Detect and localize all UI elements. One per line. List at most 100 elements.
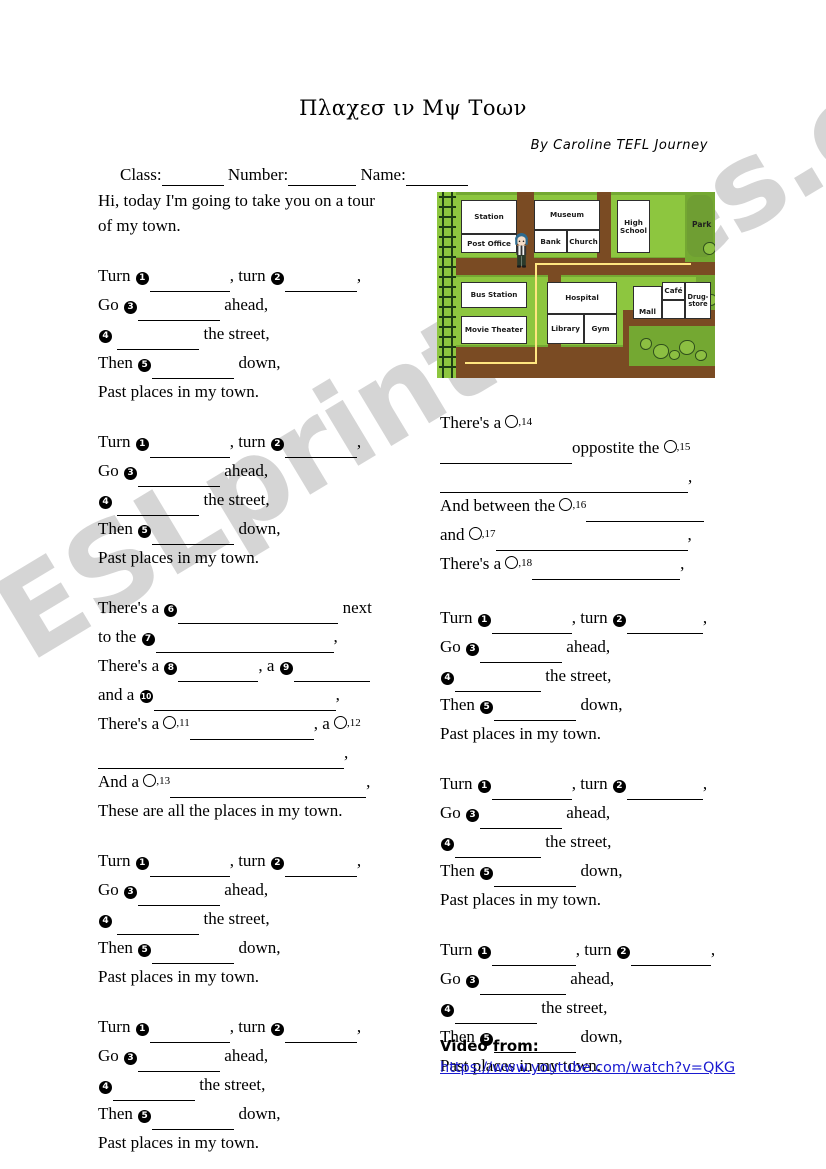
answer-blank-17[interactable]: [495, 525, 688, 551]
circle-icon: [143, 774, 157, 787]
verse-turn-b: , turn: [229, 851, 266, 870]
answer-blank-4[interactable]: [117, 490, 200, 516]
answer-blank-3[interactable]: [480, 803, 563, 829]
class-blank[interactable]: [161, 165, 224, 186]
blank-number-4: 4: [99, 915, 112, 928]
blank-number-5: 5: [138, 525, 152, 538]
answer-blank-5[interactable]: [152, 1104, 235, 1130]
video-link[interactable]: https://www.youtube.com/watch?v=QKG: [440, 1060, 735, 1076]
verse-line-past: Past places in my town.: [98, 1133, 260, 1152]
blank-number-18-sup: ,18: [518, 557, 533, 569]
answer-blank-5[interactable]: [152, 353, 235, 379]
right-column: There's a ,14 oppostite the ,15 , And be…: [440, 410, 776, 1078]
answer-blank-18[interactable]: [532, 554, 681, 580]
blank-number-3: 3: [466, 975, 480, 988]
answer-blank-6[interactable]: [178, 598, 339, 624]
answer-blank-3[interactable]: [480, 637, 563, 663]
verse-street: the street,: [203, 909, 270, 928]
verse-line-past: Past places in my town.: [98, 548, 260, 567]
number-blank[interactable]: [288, 165, 357, 186]
verse-go: Go: [440, 803, 461, 822]
answer-blank-2[interactable]: [626, 608, 703, 634]
building-church: Church: [567, 230, 600, 253]
comma: ,: [366, 772, 371, 791]
answer-blank-5[interactable]: [152, 938, 235, 964]
rail-tie: [439, 306, 456, 309]
comma: ,: [687, 525, 692, 544]
answer-blank-16[interactable]: [586, 496, 705, 522]
blank-number-5: 5: [138, 359, 152, 372]
answer-blank-1[interactable]: [491, 774, 572, 800]
verse-street: the street,: [203, 324, 270, 343]
answer-blank-1[interactable]: [149, 851, 230, 877]
answer-blank-5[interactable]: [494, 861, 577, 887]
circle-icon: [468, 527, 482, 540]
answer-blank-12-cont[interactable]: [98, 743, 344, 769]
places-line-1: There's a 6 next: [98, 595, 428, 624]
answer-blank-1[interactable]: [149, 432, 230, 458]
answer-blank-5[interactable]: [152, 519, 235, 545]
blank-number-1: 1: [135, 438, 149, 451]
answer-blank-4[interactable]: [113, 1075, 195, 1101]
blank-number-1: 1: [477, 780, 491, 793]
blank-number-4: 4: [99, 330, 112, 343]
answer-blank-3[interactable]: [138, 461, 221, 487]
answer-blank-1[interactable]: [149, 266, 230, 292]
answer-blank-2[interactable]: [284, 266, 357, 292]
answer-blank-9[interactable]: [293, 656, 370, 682]
answer-blank-13[interactable]: [170, 772, 367, 798]
rail-tie: [439, 276, 456, 279]
blank-number-2: 2: [616, 946, 630, 959]
comma: ,: [344, 743, 349, 762]
answer-blank-4[interactable]: [455, 998, 537, 1024]
blank-number-11-sup: ,11: [176, 717, 190, 729]
answer-blank-4[interactable]: [455, 832, 541, 858]
comma: ,: [335, 685, 340, 704]
blank-number-3: 3: [466, 809, 480, 822]
class-label: Class:: [120, 165, 162, 184]
answer-blank-2[interactable]: [630, 940, 711, 966]
answer-blank-11[interactable]: [189, 714, 314, 740]
verse-block: Turn 1 , turn 2 , Go 3 ahead, 4 the stre…: [98, 1014, 428, 1155]
answer-blank-4[interactable]: [117, 909, 200, 935]
answer-blank-3[interactable]: [138, 880, 221, 906]
answer-blank-1[interactable]: [491, 608, 572, 634]
answer-blank-4[interactable]: [455, 666, 541, 692]
building-bank: Bank: [534, 230, 567, 253]
verse-block: Turn 1 , turn 2 , Go 3 ahead, 4 the stre…: [98, 429, 428, 570]
blank-number-3: 3: [124, 886, 138, 899]
blank-number-13: ,13: [143, 769, 170, 794]
rail-tie: [439, 336, 456, 339]
answer-blank-5[interactable]: [494, 695, 577, 721]
verse-turn-a: Turn: [440, 940, 473, 959]
answer-blank-2[interactable]: [284, 432, 357, 458]
building-library: Library: [547, 314, 584, 344]
comma: ,: [688, 467, 693, 486]
blank-number-10: 10: [139, 690, 153, 703]
answer-blank-2[interactable]: [284, 851, 357, 877]
answer-blank-3[interactable]: [138, 295, 221, 321]
verse-block: Turn 1 , turn 2 , Go 3 ahead, 4 the stre…: [440, 771, 776, 912]
answer-blank-3[interactable]: [138, 1046, 221, 1072]
name-blank[interactable]: [405, 165, 468, 186]
route-path-vert: [535, 263, 538, 364]
answer-blank-15[interactable]: [440, 467, 688, 493]
answer-blank-2[interactable]: [284, 1017, 357, 1043]
answer-blank-14[interactable]: [440, 438, 572, 464]
verse-line-turn: Turn 1 , turn 2 ,: [440, 771, 776, 800]
rail-tie: [439, 246, 456, 249]
answer-blank-4[interactable]: [117, 324, 200, 350]
answer-blank-2[interactable]: [626, 774, 703, 800]
verse-ahead: ahead,: [224, 461, 269, 480]
answer-blank-10[interactable]: [153, 685, 336, 711]
verse-comma: ,: [356, 1017, 362, 1036]
comma: ,: [333, 627, 338, 646]
answer-blank-8[interactable]: [178, 656, 259, 682]
answer-blank-1[interactable]: [491, 940, 576, 966]
circle-icon: [163, 716, 177, 729]
answer-blank-7[interactable]: [155, 627, 334, 653]
video-label: Video from:: [440, 1037, 539, 1055]
answer-blank-3[interactable]: [480, 969, 567, 995]
answer-blank-1[interactable]: [149, 1017, 230, 1043]
verse-ahead: ahead,: [570, 969, 615, 988]
